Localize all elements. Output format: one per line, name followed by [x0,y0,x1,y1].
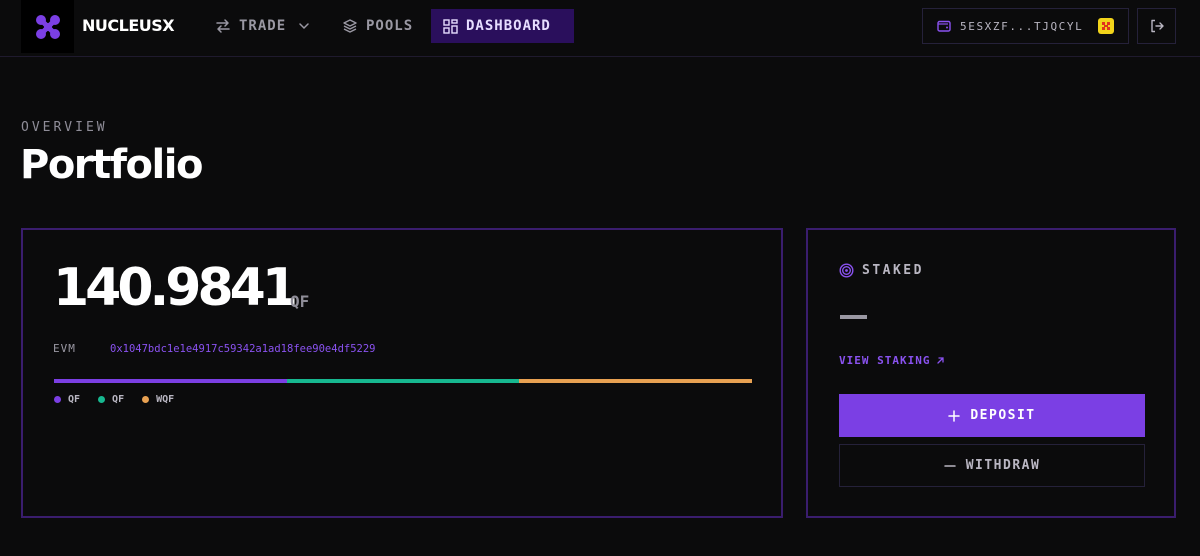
withdraw-button[interactable]: WITHDRAW [839,444,1145,487]
grid-icon [443,18,458,34]
allocation-legend: QF QF WQF [54,394,174,405]
withdraw-label: WITHDRAW [965,458,1041,473]
deposit-button[interactable]: DEPOSIT [839,394,1145,437]
identicon-icon [1102,22,1111,30]
allocation-segment [286,379,520,383]
view-staking-label: VIEW STAKING [839,354,931,367]
minus-icon [943,464,956,467]
wallet-icon [937,20,951,32]
allocation-segment [519,379,752,383]
legend-label: WQF [156,394,175,405]
staked-card: STAKED VIEW STAKING DEPOSIT WITHDRAW [806,228,1176,518]
allocation-segment [54,379,287,383]
balance-value: 140.9841 [53,258,298,318]
page-eyebrow: OVERVIEW [21,120,108,135]
swap-arrows-icon [216,19,230,33]
nav-pools-label: POOLS [366,18,414,34]
logout-button[interactable] [1137,8,1176,44]
staked-title: STAKED [862,263,924,278]
avatar [1098,18,1115,34]
nucleusx-logo-icon [35,14,60,39]
portfolio-balance-card: 140.9841 QF EVM 0x1047bdc1e1e4917c59342a… [21,228,783,518]
nav-trade[interactable]: TRADE [203,9,322,43]
plus-icon [948,409,961,422]
nav-dashboard[interactable]: DASHBOARD [431,9,574,43]
staked-header: STAKED [839,263,924,278]
target-icon [839,263,854,278]
top-nav-bar: NUCLEUSX TRADE POOLS DASHBOARD 5ESXZF...… [0,0,1200,57]
nav-trade-label: TRADE [239,18,287,34]
layers-icon [343,19,357,33]
allocation-bar [54,379,752,383]
legend-dot [142,396,150,403]
legend-label: QF [112,394,125,405]
logout-icon [1150,19,1164,33]
legend-dot [54,396,61,403]
wallet-address: 5ESXZF...TJQCYL [960,19,1084,33]
wallet-button[interactable]: 5ESXZF...TJQCYL [922,8,1129,44]
legend-label: QF [68,394,81,405]
deposit-label: DEPOSIT [970,408,1036,423]
staked-value-placeholder [840,315,867,319]
legend-dot [98,396,106,403]
page-title: Portfolio [20,142,203,188]
arrow-up-right-icon [937,357,945,364]
balance-unit: QF [290,292,310,311]
chevron-down-icon [299,23,309,30]
nav-dashboard-label: DASHBOARD [466,18,551,34]
legend-item: WQF [142,394,174,405]
brand-name[interactable]: NUCLEUSX [82,16,175,35]
evm-label: EVM [53,342,76,355]
logo[interactable] [21,0,74,53]
legend-item: QF [54,394,80,405]
evm-address[interactable]: 0x1047bdc1e1e4917c59342a1ad18fee90e4df52… [110,343,376,355]
view-staking-link[interactable]: VIEW STAKING [839,354,945,367]
nav-pools[interactable]: POOLS [330,9,425,43]
legend-item: QF [98,394,124,405]
